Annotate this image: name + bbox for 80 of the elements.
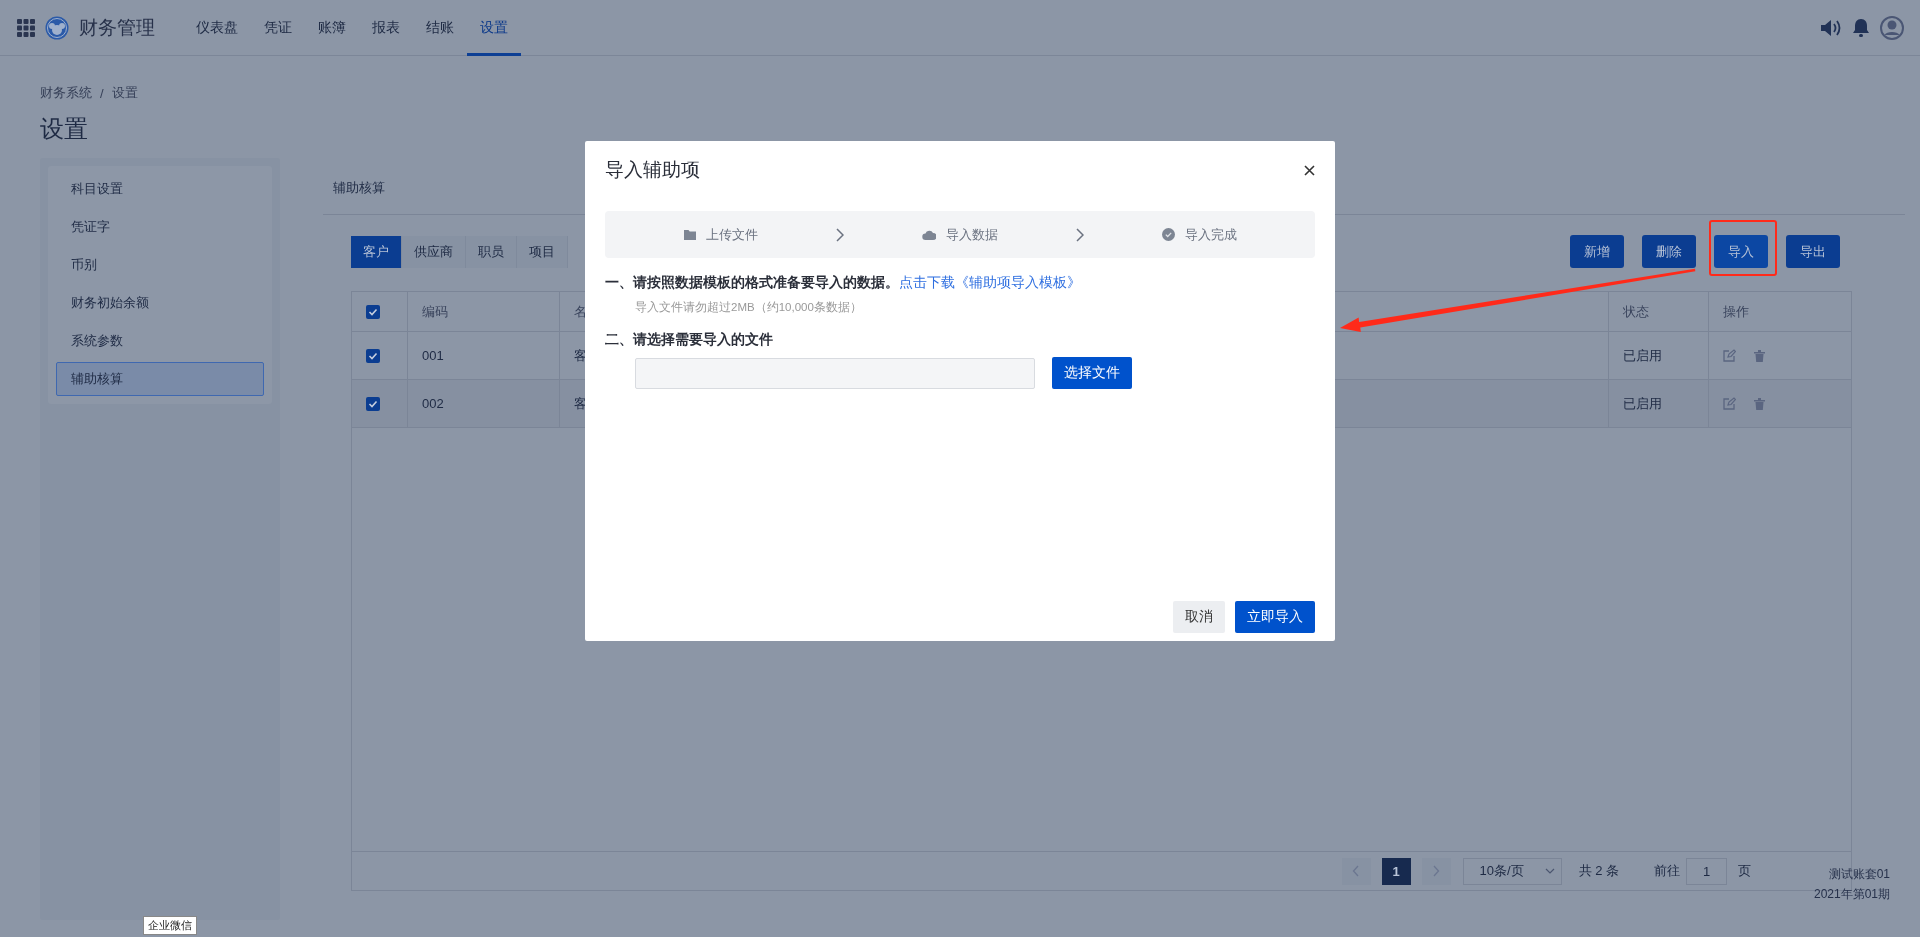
sidebar-item[interactable]: 辅助核算 xyxy=(56,362,264,396)
goto-page-field[interactable]: 1 xyxy=(1686,857,1727,885)
page-title: 设置 xyxy=(40,114,89,144)
step-label: 导入完成 xyxy=(1184,225,1237,244)
import-button[interactable]: 立即导入 xyxy=(1235,601,1315,633)
toolbar-button[interactable]: 新增 xyxy=(1570,235,1624,268)
chevron-right-icon xyxy=(1432,865,1441,877)
sidebar-item[interactable]: 财务初始余额 xyxy=(56,284,264,322)
cloud-icon xyxy=(922,229,936,240)
logo-icon xyxy=(45,15,69,40)
checkbox[interactable] xyxy=(366,304,380,319)
previous-page-button[interactable] xyxy=(1341,857,1371,885)
nav-item[interactable]: 设置 xyxy=(467,0,521,56)
breadcrumb-separator: / xyxy=(100,85,104,101)
nav-item[interactable]: 仪表盘 xyxy=(183,0,251,56)
sidebar-item[interactable]: 科目设置 xyxy=(56,170,264,208)
table-cell: 客 xyxy=(574,346,587,365)
column-header: 状态 xyxy=(1623,302,1649,321)
sidebar-item[interactable]: 币别 xyxy=(56,246,264,284)
tab[interactable]: 供应商 xyxy=(402,235,466,268)
page-size-select[interactable]: 10条/页 xyxy=(1462,857,1562,885)
tooltip: 企业微信 xyxy=(143,916,197,935)
speaker-icon[interactable] xyxy=(1820,17,1842,38)
app-grid-icon[interactable] xyxy=(17,18,35,37)
highlight-frame xyxy=(1709,220,1777,276)
total-count: 共 2 条 xyxy=(1578,862,1619,880)
sidebar-item[interactable]: 系统参数 xyxy=(56,322,264,360)
file-path-field[interactable] xyxy=(635,357,1035,389)
bell-icon[interactable] xyxy=(1852,17,1870,38)
edit-icon[interactable] xyxy=(1723,397,1736,410)
nav-item[interactable]: 报表 xyxy=(359,0,413,56)
tab[interactable]: 项目 xyxy=(517,235,568,268)
breadcrumb-item[interactable]: 设置 xyxy=(111,84,138,102)
account-name: 测试账套01 xyxy=(1828,866,1890,883)
check-circle-icon xyxy=(1161,228,1175,241)
folder-icon xyxy=(683,229,696,240)
tab[interactable]: 客户 xyxy=(351,235,402,268)
dialog-title: 导入辅助项 xyxy=(605,158,700,182)
instruction-text: 一、请按照数据模板的格式准备要导入的数据。点击下载《辅助项导入模板》 xyxy=(605,274,1082,292)
toolbar-button[interactable]: 导入 xyxy=(1714,235,1768,268)
toolbar-button[interactable]: 导出 xyxy=(1786,235,1840,268)
goto-label: 前往 xyxy=(1654,862,1680,880)
choose-file-button[interactable]: 选择文件 xyxy=(1052,357,1132,389)
nav-item[interactable]: 凭证 xyxy=(251,0,305,56)
nav-item[interactable]: 账簿 xyxy=(305,0,359,56)
page-unit-label: 页 xyxy=(1738,862,1751,880)
app-title: 财务管理 xyxy=(79,15,155,40)
checkbox[interactable] xyxy=(366,396,380,411)
checkbox[interactable] xyxy=(366,348,380,363)
account-period: 2021年第01期 xyxy=(1813,886,1890,903)
column-header: 操作 xyxy=(1723,302,1749,321)
chevron-icon xyxy=(836,227,845,242)
cancel-button[interactable]: 取消 xyxy=(1173,601,1225,633)
next-page-button[interactable] xyxy=(1421,857,1451,885)
file-prompt: 二、请选择需要导入的文件 xyxy=(605,331,774,349)
trash-icon[interactable] xyxy=(1754,349,1765,362)
chevron-icon xyxy=(1075,227,1084,242)
table-cell: 001 xyxy=(422,348,444,363)
caret-icon xyxy=(1544,868,1555,874)
table-cell: 客 xyxy=(574,394,587,413)
page-number[interactable]: 1 xyxy=(1381,857,1411,885)
user-avatar-icon[interactable] xyxy=(1880,15,1904,40)
breadcrumb-item[interactable]: 财务系统 xyxy=(40,84,92,102)
template-link[interactable]: 点击下载《辅助项导入模板》 xyxy=(899,275,1081,290)
chevron-left-icon xyxy=(1352,865,1361,877)
edit-icon[interactable] xyxy=(1723,349,1736,362)
step-label: 上传文件 xyxy=(705,225,758,244)
close-icon[interactable] xyxy=(1304,164,1315,176)
toolbar-button[interactable]: 删除 xyxy=(1642,235,1696,268)
column-header: 名 xyxy=(574,302,587,321)
nav-item[interactable]: 结账 xyxy=(413,0,467,56)
table-cell: 已启用 xyxy=(1623,346,1662,365)
table-cell: 已启用 xyxy=(1623,394,1662,413)
table-cell: 002 xyxy=(422,396,444,411)
column-header: 编码 xyxy=(422,302,448,321)
step-label: 导入数据 xyxy=(946,225,998,244)
sidebar-item[interactable]: 凭证字 xyxy=(56,208,264,246)
trash-icon[interactable] xyxy=(1754,397,1765,410)
file-size-note: 导入文件请勿超过2MB（约10,000条数据） xyxy=(635,300,863,315)
tab[interactable]: 职员 xyxy=(466,235,517,268)
